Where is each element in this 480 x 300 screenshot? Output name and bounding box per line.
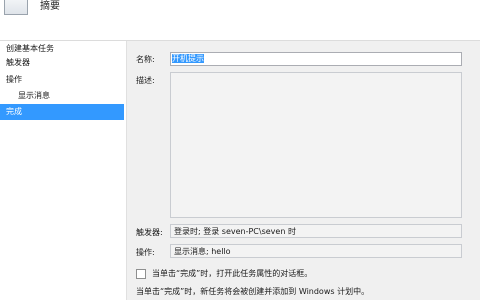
sidebar-item-action[interactable]: 操作 [0,72,124,88]
wizard-body: 创建基本任务 触发器 操作 显示消息 完成 名称: 开机提示 描述: 触发器: … [0,41,480,300]
page-title: 摘要 [40,1,60,12]
open-properties-checkbox[interactable] [136,268,146,279]
trigger-field: 登录时; 登录 seven-PC\seven 时 [170,224,462,238]
name-label: 名称: [136,55,155,64]
sidebar-item-trigger[interactable]: 触发器 [0,55,124,71]
name-value: 开机提示 [172,54,204,63]
open-properties-option[interactable]: 当单击“完成”时，打开此任务属性的对话框。 [136,268,312,280]
name-field[interactable]: 开机提示 [170,52,462,66]
wizard-header: 摘要 [0,0,480,41]
finish-note: 当单击“完成”时，新任务将会被创建并添加到 Windows 计划中。 [136,287,370,296]
sidebar-item-finish[interactable]: 完成 [0,104,124,120]
action-field: 显示消息; hello [170,244,462,258]
action-label: 操作: [136,248,155,257]
trigger-label: 触发器: [136,228,163,237]
summary-panel: 名称: 开机提示 描述: 触发器: 登录时; 登录 seven-PC\seven… [126,41,480,300]
task-scheduler-icon [4,0,28,15]
description-field [170,72,462,218]
sidebar-item-display-message[interactable]: 显示消息 [0,88,124,104]
description-label: 描述: [136,76,155,85]
wizard-steps-sidebar: 创建基本任务 触发器 操作 显示消息 完成 [0,41,127,300]
open-properties-label: 当单击“完成”时，打开此任务属性的对话框。 [152,269,313,278]
